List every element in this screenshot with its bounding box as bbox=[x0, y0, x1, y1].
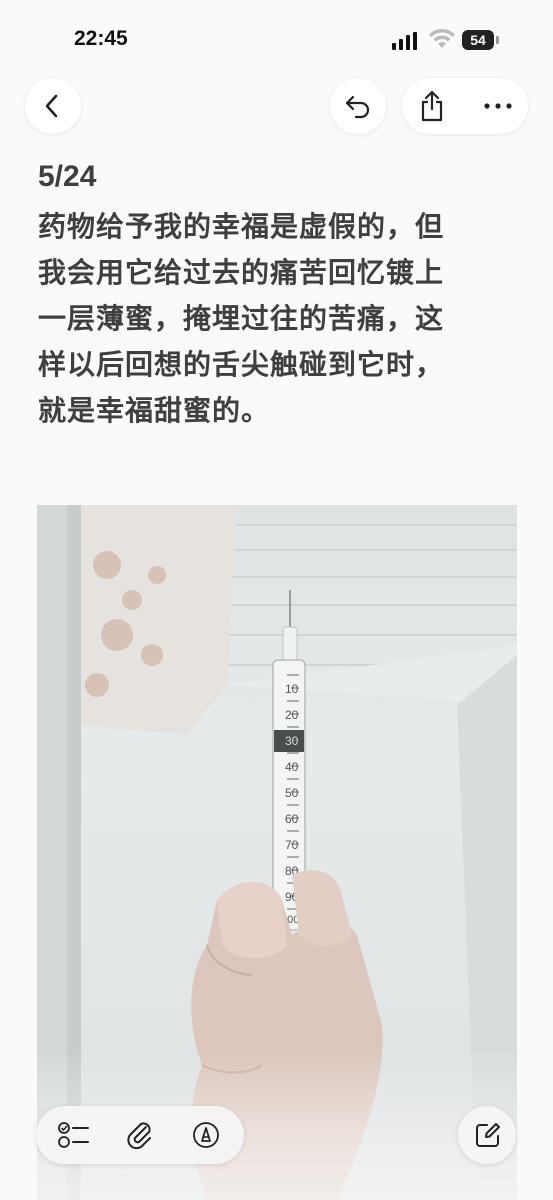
checklist-button[interactable] bbox=[44, 1106, 104, 1164]
back-button[interactable] bbox=[25, 78, 81, 134]
attach-button[interactable] bbox=[110, 1106, 170, 1164]
scale-label: 50 bbox=[285, 786, 299, 800]
pen-markup-icon bbox=[193, 1122, 219, 1148]
chevron-left-icon bbox=[45, 94, 58, 118]
scale-label: 40 bbox=[285, 760, 299, 774]
scale-label: 60 bbox=[285, 812, 299, 826]
note-line: 我会用它给过去的痛苦回忆镀上 bbox=[38, 256, 445, 289]
cellular-signal-icon bbox=[392, 32, 418, 50]
status-time: 22:45 bbox=[74, 27, 128, 50]
note-line: 就是幸福甜蜜的。 bbox=[38, 394, 271, 427]
scale-label: 10 bbox=[285, 682, 299, 696]
more-button[interactable] bbox=[468, 78, 528, 134]
compose-icon bbox=[476, 1123, 500, 1147]
wifi-icon bbox=[429, 28, 455, 48]
bottom-toolbar bbox=[36, 1106, 244, 1164]
share-icon bbox=[421, 90, 443, 122]
ellipsis-icon bbox=[484, 103, 512, 109]
note-line: 样以后回想的舌尖触碰到它时， bbox=[38, 348, 445, 381]
note-line: 药物给予我的幸福是虚假的，但 bbox=[38, 210, 445, 243]
battery-icon: 54 bbox=[462, 30, 500, 50]
paperclip-icon bbox=[127, 1122, 151, 1150]
markup-button[interactable] bbox=[176, 1106, 236, 1164]
note-date: 5/24 bbox=[38, 160, 97, 193]
scale-label: 70 bbox=[285, 838, 299, 852]
compose-button[interactable] bbox=[458, 1106, 516, 1164]
status-bar: 22:45 54 bbox=[0, 0, 553, 80]
share-button[interactable] bbox=[402, 78, 462, 134]
undo-icon bbox=[345, 95, 370, 119]
note-line: 一层薄蜜，掩埋过往的苦痛，这 bbox=[38, 302, 445, 335]
action-button-group bbox=[402, 78, 528, 134]
undo-button[interactable] bbox=[330, 78, 386, 134]
checklist-icon bbox=[58, 1122, 89, 1148]
note-body: 药物给予我的幸福是虚假的，但 我会用它给过去的痛苦回忆镀上 一层薄蜜，掩埋过往的… bbox=[38, 204, 520, 434]
battery-level: 54 bbox=[462, 30, 494, 50]
scale-label: 20 bbox=[285, 708, 299, 722]
scale-label: 30 bbox=[285, 734, 299, 748]
